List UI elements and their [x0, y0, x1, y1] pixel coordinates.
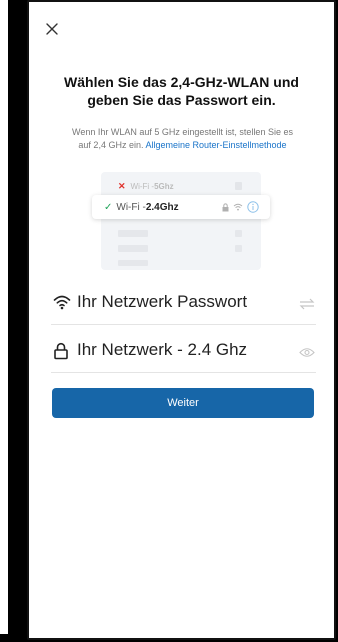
network-name-field[interactable]: Ihr Netzwerk - 2.4 Ghz [51, 331, 316, 373]
close-icon[interactable] [43, 20, 61, 38]
illustration-5ghz-band: 5Ghz [154, 181, 174, 191]
small-wifi-icon [233, 203, 243, 211]
illustration-placeholder-row [118, 260, 242, 266]
wifi-icon [53, 294, 71, 315]
illustration-5ghz-prefix: Wi-Fi - [130, 181, 155, 191]
cross-icon: ✕ [118, 180, 126, 191]
left-device-edge [0, 0, 11, 642]
swap-icon[interactable] [299, 297, 315, 315]
network-name-field-text: Ihr Netzwerk - 2.4 Ghz [77, 340, 248, 359]
router-settings-link[interactable]: Allgemeine Router-Einstellmethode [145, 140, 286, 150]
illustration-5ghz-row: ✕ Wi-Fi - 5Ghz [118, 180, 242, 192]
checkmark-icon: ✓ [104, 201, 113, 213]
illustration-24ghz-band: 2.4Ghz [145, 201, 179, 213]
illustration-24ghz-prefix: Wi-Fi - [116, 201, 146, 213]
eye-icon[interactable] [299, 345, 315, 363]
page-title: Wählen Sie das 2,4-GHz-WLAN und geben Si… [29, 73, 334, 109]
left-device-screen [0, 0, 10, 634]
page-subtitle: Wenn Ihr WLAN auf 5 GHz eingestellt ist,… [41, 126, 324, 152]
next-button[interactable]: Weiter [52, 388, 314, 418]
small-lock-icon [222, 202, 229, 211]
network-selection-illustration: ✕ Wi-Fi - 5Ghz ✓ Wi-Fi - 2.4Ghz [92, 172, 270, 270]
subtitle-line-1: Wenn Ihr WLAN auf 5 GHz eingestellt ist,… [72, 127, 293, 137]
illustration-placeholder-row [118, 230, 242, 237]
subtitle-line-2-text: auf 2,4 GHz ein. [78, 140, 144, 150]
password-field[interactable]: Ihr Netzwerk Passwort [51, 283, 316, 325]
illustration-network-icons [222, 201, 259, 213]
illustration-24ghz-card: ✓ Wi-Fi - 2.4Ghz [92, 195, 270, 219]
lock-icon [53, 342, 69, 365]
wifi-setup-screen: Wählen Sie das 2,4-GHz-WLAN und geben Si… [27, 0, 336, 640]
illustration-placeholder-block [235, 182, 242, 190]
page-title-line-1: Wählen Sie das 2,4-GHz-WLAN und [64, 74, 299, 90]
page-title-line-2: geben Sie das Passwort ein. [87, 92, 276, 108]
info-icon [247, 201, 259, 213]
password-field-text: Ihr Netzwerk Passwort [77, 292, 248, 311]
subtitle-line-2: auf 2,4 GHz ein. Allgemeine Router-Einst… [41, 139, 324, 152]
illustration-placeholder-row [118, 245, 242, 252]
